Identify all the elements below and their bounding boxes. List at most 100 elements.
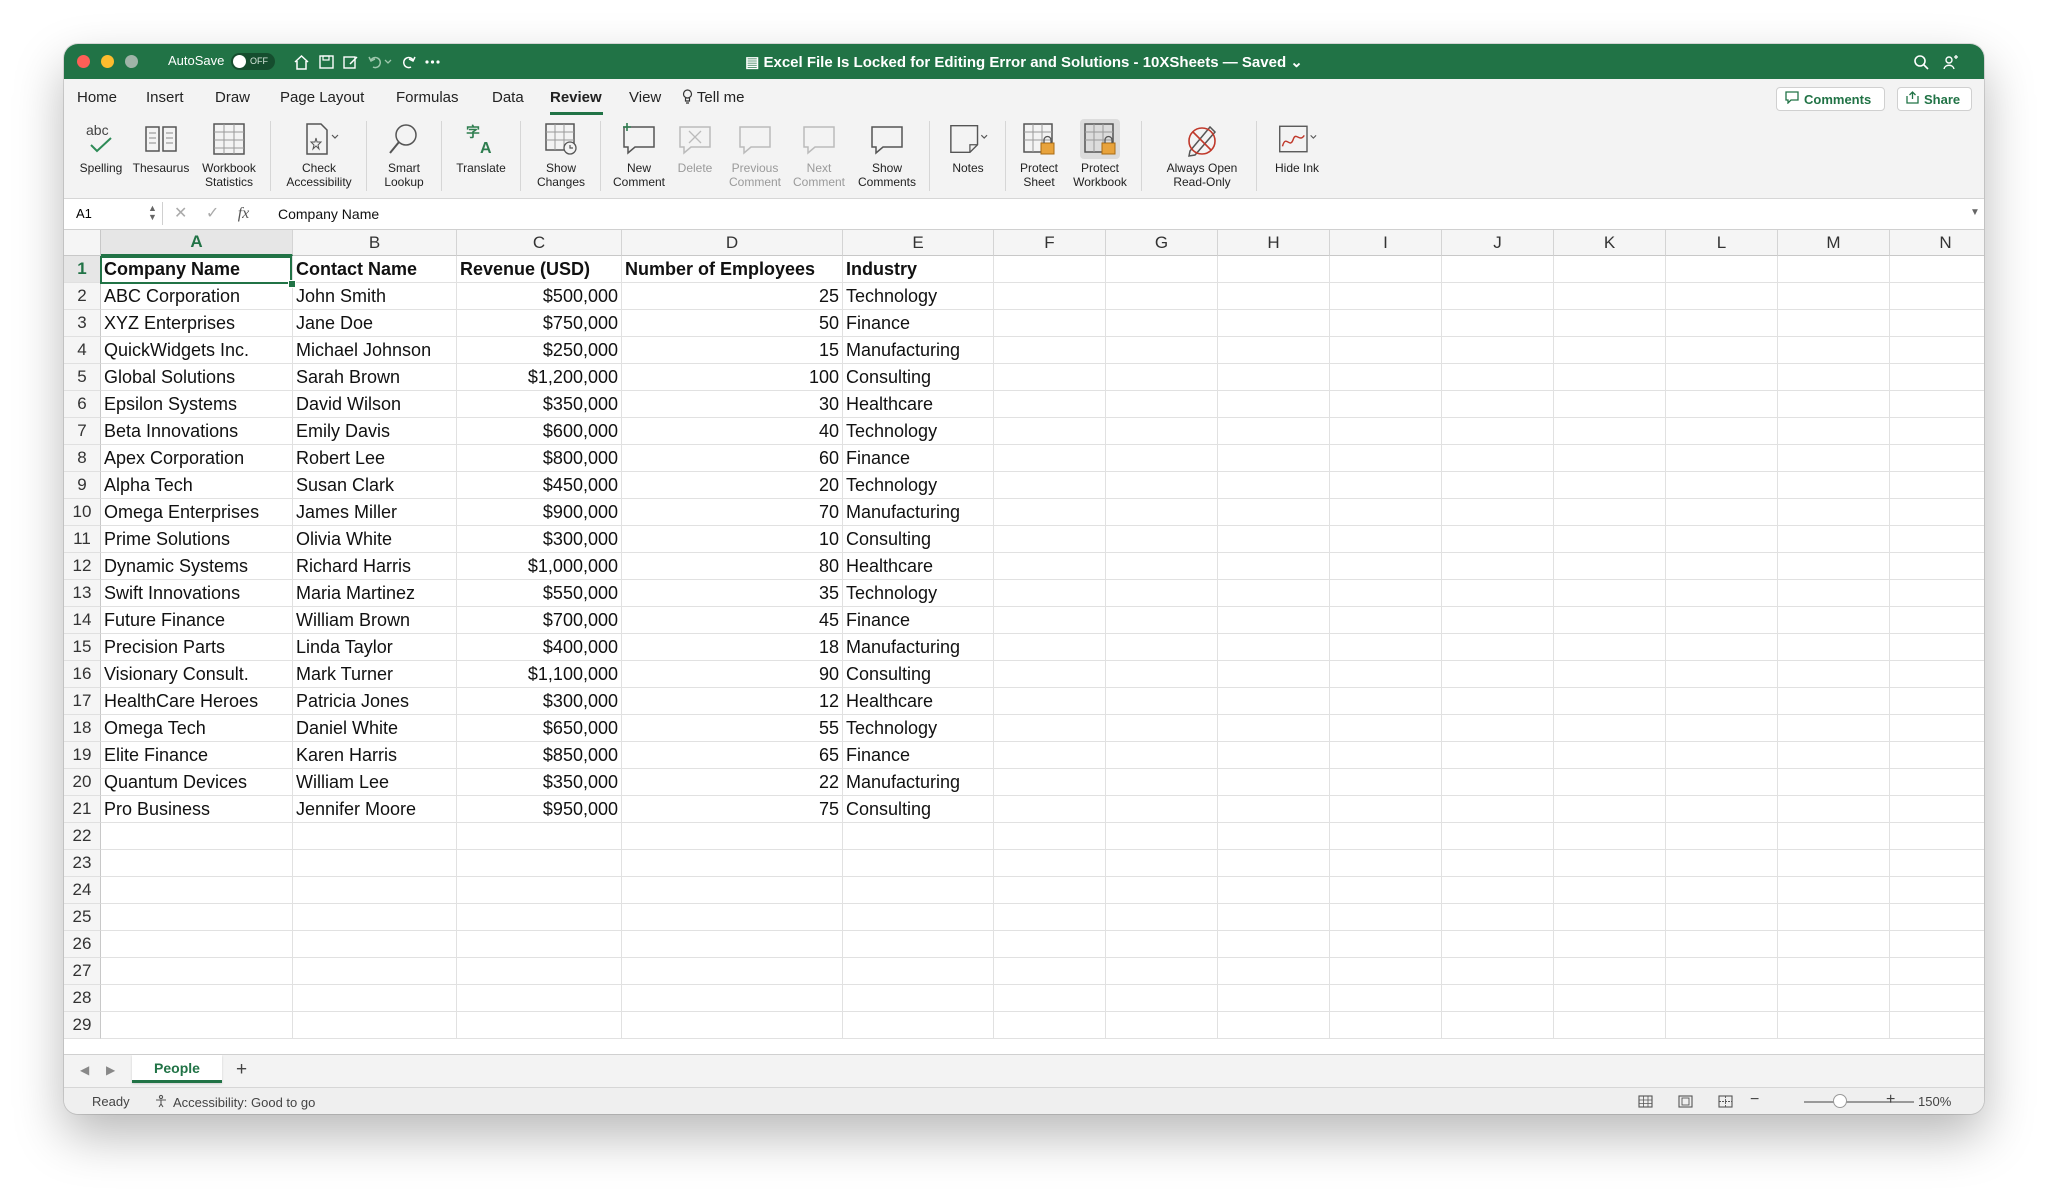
empty-cell[interactable] [1890,904,1984,931]
empty-cell[interactable] [1778,796,1890,823]
empty-cell[interactable] [1330,985,1442,1012]
empty-cell[interactable] [1218,418,1330,445]
empty-cell[interactable] [994,823,1106,850]
empty-cell[interactable] [1442,796,1554,823]
empty-cell[interactable] [1330,526,1442,553]
empty-cell[interactable] [843,958,994,985]
data-cell[interactable]: Epsilon Systems [101,391,293,418]
empty-cell[interactable] [1442,337,1554,364]
accessibility-status[interactable]: Accessibility: Good to go [154,1094,315,1111]
empty-cell[interactable] [1666,742,1778,769]
empty-cell[interactable] [843,985,994,1012]
empty-cell[interactable] [101,985,293,1012]
empty-cell[interactable] [1106,607,1218,634]
empty-cell[interactable] [1106,958,1218,985]
empty-cell[interactable] [1890,823,1984,850]
empty-cell[interactable] [1218,580,1330,607]
empty-cell[interactable] [1890,877,1984,904]
tab-review[interactable]: Review [550,89,602,106]
row-header[interactable]: 25 [64,904,101,931]
empty-cell[interactable] [1554,1012,1666,1039]
empty-cell[interactable] [994,634,1106,661]
data-cell[interactable]: 55 [622,715,843,742]
empty-cell[interactable] [293,850,457,877]
empty-cell[interactable] [101,1012,293,1039]
empty-cell[interactable] [1778,256,1890,283]
data-cell[interactable]: HealthCare Heroes [101,688,293,715]
empty-cell[interactable] [1218,256,1330,283]
empty-cell[interactable] [457,904,622,931]
data-cell[interactable]: Prime Solutions [101,526,293,553]
empty-cell[interactable] [1554,310,1666,337]
data-cell[interactable]: $500,000 [457,283,622,310]
empty-cell[interactable] [1554,661,1666,688]
empty-cell[interactable] [622,958,843,985]
empty-cell[interactable] [1442,364,1554,391]
row-header[interactable]: 17 [64,688,101,715]
show-changes-button[interactable]: Show Changes [529,119,593,189]
empty-cell[interactable] [1666,904,1778,931]
empty-cell[interactable] [1442,850,1554,877]
empty-cell[interactable] [1106,499,1218,526]
column-header-b[interactable]: B [293,230,457,256]
empty-cell[interactable] [1218,499,1330,526]
empty-cell[interactable] [622,1012,843,1039]
empty-cell[interactable] [1778,688,1890,715]
data-cell[interactable]: Elite Finance [101,742,293,769]
empty-cell[interactable] [1330,850,1442,877]
column-header-a[interactable]: A [101,230,293,256]
empty-cell[interactable] [1890,634,1984,661]
empty-cell[interactable] [1330,337,1442,364]
empty-cell[interactable] [1218,607,1330,634]
row-header[interactable]: 18 [64,715,101,742]
empty-cell[interactable] [1554,742,1666,769]
empty-cell[interactable] [1778,904,1890,931]
empty-cell[interactable] [1330,904,1442,931]
empty-cell[interactable] [1442,688,1554,715]
data-cell[interactable]: $600,000 [457,418,622,445]
empty-cell[interactable] [457,1012,622,1039]
empty-cell[interactable] [994,715,1106,742]
data-cell[interactable]: Swift Innovations [101,580,293,607]
empty-cell[interactable] [1218,931,1330,958]
empty-cell[interactable] [1666,283,1778,310]
empty-cell[interactable] [994,418,1106,445]
empty-cell[interactable] [1218,391,1330,418]
data-cell[interactable]: Michael Johnson [293,337,457,364]
empty-cell[interactable] [1778,823,1890,850]
empty-cell[interactable] [1330,364,1442,391]
empty-cell[interactable] [1442,391,1554,418]
empty-cell[interactable] [1890,796,1984,823]
empty-cell[interactable] [1442,310,1554,337]
empty-cell[interactable] [994,958,1106,985]
row-header[interactable]: 4 [64,337,101,364]
empty-cell[interactable] [1890,256,1984,283]
row-header[interactable]: 22 [64,823,101,850]
row-header[interactable]: 24 [64,877,101,904]
empty-cell[interactable] [1106,769,1218,796]
data-cell[interactable]: Jane Doe [293,310,457,337]
empty-cell[interactable] [1442,499,1554,526]
data-cell[interactable]: Visionary Consult. [101,661,293,688]
row-header[interactable]: 1 [64,256,101,283]
empty-cell[interactable] [1890,337,1984,364]
tab-page-layout[interactable]: Page Layout [280,89,364,106]
empty-cell[interactable] [1330,823,1442,850]
data-cell[interactable]: $350,000 [457,391,622,418]
empty-cell[interactable] [457,985,622,1012]
data-cell[interactable]: Healthcare [843,391,994,418]
data-cell[interactable]: Technology [843,715,994,742]
empty-cell[interactable] [1666,499,1778,526]
empty-cell[interactable] [1442,877,1554,904]
column-header-n[interactable]: N [1890,230,1984,256]
empty-cell[interactable] [101,904,293,931]
search-icon[interactable] [1910,51,1932,73]
tell-me-box[interactable]: Tell me [682,89,744,106]
empty-cell[interactable] [1890,958,1984,985]
delete-comment-button[interactable]: Delete [672,119,718,175]
data-cell[interactable]: $250,000 [457,337,622,364]
data-cell[interactable]: Technology [843,418,994,445]
add-sheet-button[interactable]: + [236,1059,247,1081]
empty-cell[interactable] [622,931,843,958]
empty-cell[interactable] [1554,553,1666,580]
